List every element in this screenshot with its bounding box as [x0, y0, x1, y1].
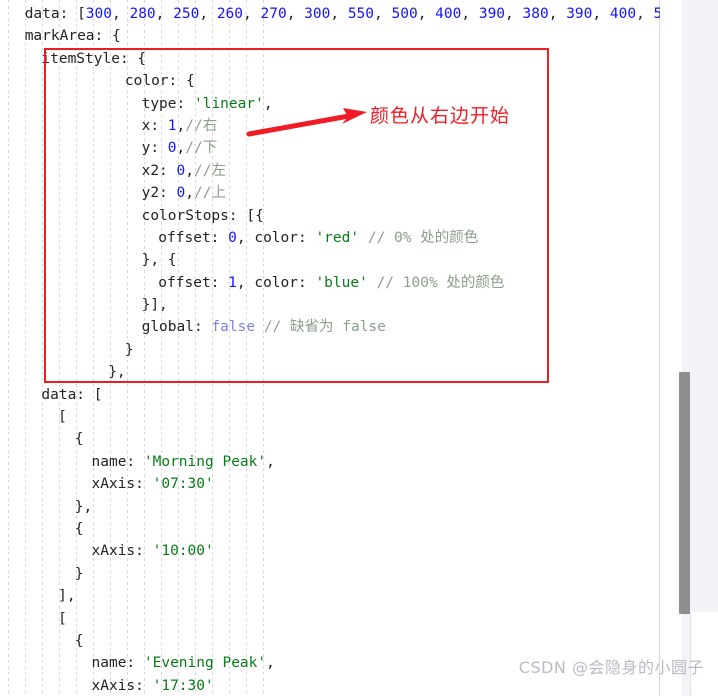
code-line: } — [124, 341, 134, 358]
code-line: markArea: { — [24, 28, 121, 45]
code-line: global: false // 缺省为 false — [141, 319, 386, 336]
code-line: offset: 0, color: 'red' // 0% 处的颜色 — [158, 229, 479, 246]
code-line: color: { — [124, 73, 195, 90]
vertical-scrollbar-thumb[interactable] — [679, 372, 690, 614]
code-line: { — [74, 520, 84, 537]
code-line: }, — [108, 364, 126, 381]
code-line: [ — [58, 610, 67, 627]
code-line: { — [74, 431, 84, 448]
code-line: x2: 0,//左 — [141, 162, 226, 179]
code-line: y2: 0,//上 — [141, 185, 226, 202]
code-line: data: [ — [41, 386, 103, 403]
csdn-watermark: CSDN @会隐身的小圆子 — [518, 658, 704, 677]
code-editor-area[interactable]: data: [300, 280, 250, 260, 270, 300, 550… — [0, 0, 660, 696]
code-line: colorStops: [{ — [141, 207, 264, 224]
code-line: } — [74, 565, 84, 582]
code-line: xAxis: '10:00' — [91, 543, 214, 560]
code-line: itemStyle: { — [41, 50, 147, 67]
code-line: type: 'linear', — [141, 95, 273, 112]
code-text[interactable]: data: [300, 280, 250, 260, 270, 300, 550… — [0, 3, 660, 696]
code-line: name: 'Morning Peak', — [91, 453, 275, 470]
code-line: }, { — [141, 252, 177, 269]
code-line: ], — [58, 588, 76, 605]
code-line: y: 0,//下 — [141, 140, 218, 157]
code-line: data: [300, 280, 250, 260, 270, 300, 550… — [24, 6, 660, 22]
code-line: xAxis: '07:30' — [91, 476, 214, 493]
code-line: offset: 1, color: 'blue' // 100% 处的颜色 — [158, 274, 505, 291]
code-line: }, — [74, 498, 93, 515]
code-line: }], — [141, 297, 168, 314]
code-line: x: 1,//右 — [141, 117, 218, 134]
code-line: [ — [58, 409, 67, 426]
screenshot-root: data: [300, 280, 250, 260, 270, 300, 550… — [0, 0, 718, 696]
code-line: { — [74, 632, 84, 649]
annotation-label: 颜色从右边开始 — [370, 105, 511, 127]
